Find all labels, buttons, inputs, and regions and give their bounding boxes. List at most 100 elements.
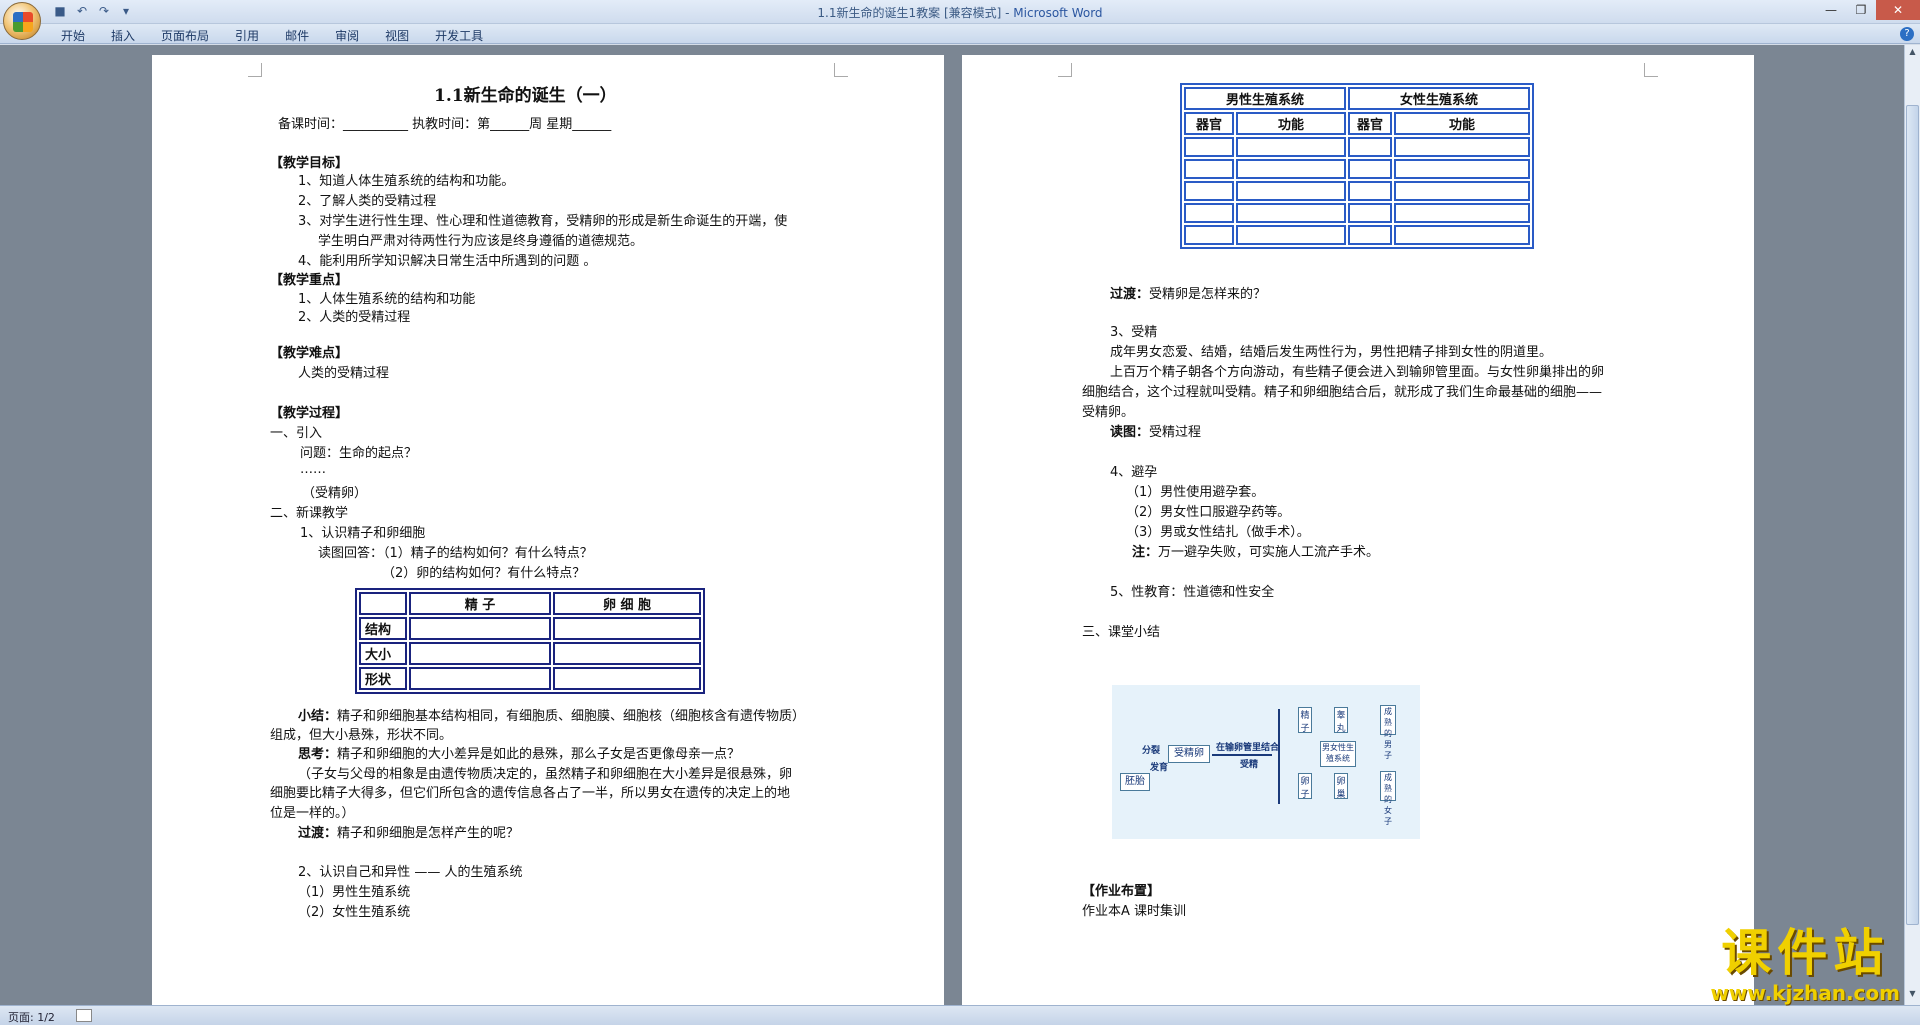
table-cell[interactable]: [1184, 159, 1234, 179]
summary-cont: 组成，但大小悬殊，形状不同。: [270, 728, 453, 743]
office-button[interactable]: [3, 2, 41, 40]
table-cell[interactable]: [1184, 225, 1234, 245]
table-cell[interactable]: [1236, 181, 1346, 201]
title-bar: ■ ↶ ↷ ▾ 1.1新生命的诞生1教案 [兼容模式] - Microsoft …: [0, 0, 1920, 24]
sperm-egg-table: 精 子 卵 细 胞 结构 大小 形状: [355, 588, 705, 694]
table-header[interactable]: 功能: [1236, 112, 1346, 135]
table-cell[interactable]: [1348, 203, 1392, 223]
vertical-scrollbar[interactable]: ▲ ▼: [1904, 45, 1920, 1005]
table-header[interactable]: 卵 细 胞: [553, 592, 701, 615]
ribbon-tabs: 开始 插入 页面布局 引用 邮件 审阅 视图 开发工具 ?: [0, 24, 1920, 44]
table-row: 结构: [359, 617, 701, 640]
table-cell[interactable]: [1394, 159, 1530, 179]
table-cell[interactable]: [553, 617, 701, 640]
explain-1: （子女与父母的相象是由遗传物质决定的，虽然精子和卵细胞在大小差异是很悬殊，卵: [298, 767, 793, 782]
margin-mark: [248, 63, 262, 77]
table-cell[interactable]: [1394, 181, 1530, 201]
tab-mailings[interactable]: 邮件: [272, 26, 322, 45]
male-system: （1）男性生殖系统: [298, 885, 411, 900]
document-area[interactable]: 1.1新生命的诞生（一） 备课时间：__________ 执教时间：第_____…: [0, 45, 1904, 1005]
ellipsis-text: ……: [300, 462, 326, 477]
table-header[interactable]: 男性生殖系统: [1184, 87, 1346, 110]
margin-mark: [1644, 63, 1658, 77]
tab-home[interactable]: 开始: [48, 26, 98, 45]
item-2: 2、认识自己和异性 —— 人的生殖系统: [298, 865, 523, 880]
item-5: 5、性教育：性道德和性安全: [1110, 585, 1275, 600]
key-points-header: 【教学重点】: [270, 273, 349, 288]
status-bar: 页面: 1/2: [0, 1005, 1920, 1025]
table-cell[interactable]: [1348, 159, 1392, 179]
transition-line: 过渡：精子和卵细胞是怎样产生的呢？: [298, 822, 519, 841]
fertilization-p4: 受精卵。: [1082, 405, 1135, 420]
window-title: 1.1新生命的诞生1教案 [兼容模式] - Microsoft Word: [0, 4, 1920, 21]
contraception-1: （1）男性使用避孕套。: [1126, 485, 1265, 500]
female-system: （2）女性生殖系统: [298, 905, 411, 920]
table-cell[interactable]: [409, 642, 551, 665]
table-cell[interactable]: [1236, 159, 1346, 179]
explain-2: 细胞要比精子大得多，但它们所包含的遗传信息各占了一半，所以男女在遗传的决定上的地: [270, 786, 791, 801]
table-cell[interactable]: [359, 592, 407, 615]
table-row: [1184, 137, 1530, 157]
table-cell[interactable]: [1236, 225, 1346, 245]
transition-line-2: 过渡：受精卵是怎样来的？: [1110, 283, 1266, 302]
tab-page-layout[interactable]: 页面布局: [148, 26, 222, 45]
tab-references[interactable]: 引用: [222, 26, 272, 45]
table-cell[interactable]: [1184, 181, 1234, 201]
tab-view[interactable]: 视图: [372, 26, 422, 45]
table-cell[interactable]: [409, 617, 551, 640]
table-header[interactable]: 器官: [1184, 112, 1234, 135]
minimize-button[interactable]: —: [1816, 0, 1846, 20]
table-cell[interactable]: [1394, 203, 1530, 223]
scroll-down-icon[interactable]: ▼: [1906, 989, 1919, 1003]
document-title: 1.1新生命的诞生1教案 [兼容模式] -: [817, 6, 1014, 20]
think-label: 思考：: [298, 747, 338, 762]
read-line: 读图：受精过程: [1110, 421, 1201, 440]
proofing-icon[interactable]: [76, 1009, 92, 1022]
tab-developer[interactable]: 开发工具: [422, 26, 496, 45]
objectives-header: 【教学目标】: [270, 156, 349, 171]
read-question-2: （2）卵的结构如何？有什么特点？: [382, 566, 586, 581]
table-cell[interactable]: [1348, 181, 1392, 201]
table-row-label[interactable]: 结构: [359, 617, 407, 640]
objective-3: 3、对学生进行性生理、性心理和性道德教育，受精卵的形成是新生命诞生的开端，使: [298, 214, 788, 229]
close-button[interactable]: ✕: [1876, 0, 1920, 20]
scroll-thumb[interactable]: [1906, 105, 1919, 925]
scroll-up-icon[interactable]: ▲: [1906, 47, 1919, 61]
tab-insert[interactable]: 插入: [98, 26, 148, 45]
tab-review[interactable]: 审阅: [322, 26, 372, 45]
table-header[interactable]: 器官: [1348, 112, 1392, 135]
diagram-ovary: 卵巢: [1334, 773, 1348, 800]
table-cell[interactable]: [1236, 137, 1346, 157]
table-cell[interactable]: [1394, 137, 1530, 157]
table-cell[interactable]: [553, 642, 701, 665]
diagram-embryo: 胚胎: [1120, 773, 1150, 791]
diagram-egg: 卵子: [1298, 773, 1312, 800]
note-line: 注：万一避孕失败，可实施人工流产手术。: [1132, 541, 1379, 560]
table-cell[interactable]: [1394, 225, 1530, 245]
help-icon[interactable]: ?: [1900, 27, 1914, 41]
table-header[interactable]: 女性生殖系统: [1348, 87, 1530, 110]
table-cell[interactable]: [1348, 137, 1392, 157]
table-cell[interactable]: [1236, 203, 1346, 223]
transition-label: 过渡：: [1110, 287, 1150, 302]
transition-label: 过渡：: [298, 826, 338, 841]
table-cell[interactable]: [1184, 203, 1234, 223]
diagram-bracket: [1278, 709, 1280, 804]
contraception-3: （3）男或女性结扎（做手术）。: [1126, 525, 1310, 540]
table-cell[interactable]: [1348, 225, 1392, 245]
page-2[interactable]: 男性生殖系统 女性生殖系统 器官 功能 器官 功能 过渡：受精卵是怎样来的？ 3…: [962, 55, 1754, 1005]
maximize-button[interactable]: ❐: [1846, 0, 1876, 20]
table-row-label[interactable]: 形状: [359, 667, 407, 690]
table-header[interactable]: 功能: [1394, 112, 1530, 135]
difficulty-text: 人类的受精过程: [298, 366, 390, 381]
table-cell[interactable]: [553, 667, 701, 690]
table-row-label[interactable]: 大小: [359, 642, 407, 665]
process-header: 【教学过程】: [270, 406, 349, 421]
page-1[interactable]: 1.1新生命的诞生（一） 备课时间：__________ 执教时间：第_____…: [152, 55, 944, 1005]
table-row: 形状: [359, 667, 701, 690]
table-cell[interactable]: [409, 667, 551, 690]
page-indicator[interactable]: 页面: 1/2: [8, 1009, 55, 1025]
diagram-arrow: [1212, 754, 1272, 756]
table-cell[interactable]: [1184, 137, 1234, 157]
table-header[interactable]: 精 子: [409, 592, 551, 615]
